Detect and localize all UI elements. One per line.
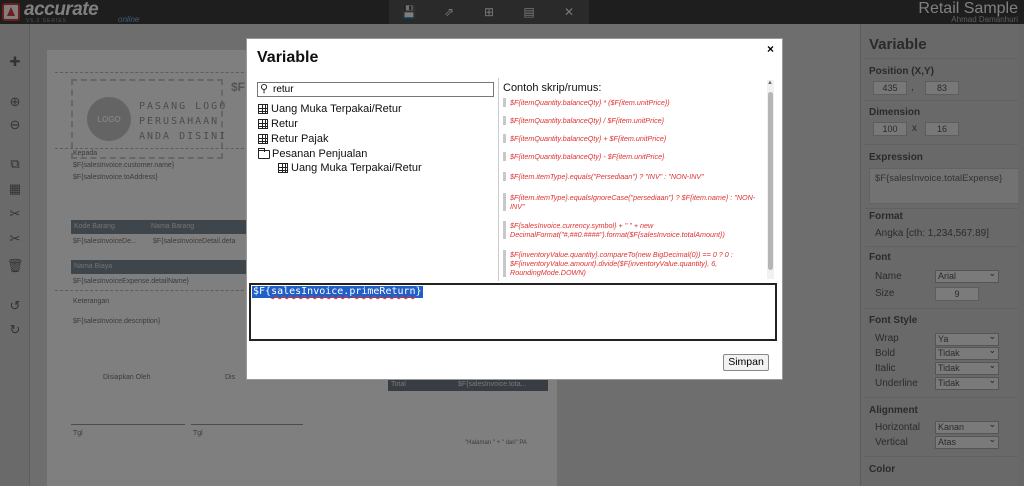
scroll-up-icon[interactable]: ▲ [767, 80, 773, 86]
search-icon: ⚲ [260, 83, 269, 95]
search-input[interactable] [273, 83, 491, 96]
example-item[interactable]: $F{item.itemType}.equalsIgnoreCase("pers… [503, 193, 765, 211]
example-item[interactable]: $F{item.itemType}.equals("Persediaan") ?… [503, 172, 765, 181]
table-icon [258, 134, 268, 144]
variable-dialog: Variable × ⚲ Uang Muka Terpakai/Retur Re… [246, 38, 783, 380]
table-icon [258, 119, 268, 129]
tree-item-label: Retur [271, 118, 298, 130]
tree-item-label: Uang Muka Terpakai/Retur [271, 103, 402, 115]
tree-item[interactable]: Retur [258, 117, 298, 131]
table-icon [258, 104, 268, 114]
tree-item[interactable]: Uang Muka Terpakai/Retur [258, 102, 402, 116]
tree-item[interactable]: Uang Muka Terpakai/Retur [278, 161, 422, 175]
examples-scrollbar[interactable]: ▲ [767, 80, 774, 279]
tree-item-label: Pesanan Penjualan [272, 148, 368, 160]
variable-tree-pane: ⚲ Uang Muka Terpakai/Retur Retur Retur P… [256, 78, 499, 281]
table-icon [278, 163, 288, 173]
editor-selection[interactable]: $F{salesInvoice.primeReturn} [252, 286, 423, 298]
scrollbar-thumb[interactable] [768, 92, 773, 270]
tree-item-label: Uang Muka Terpakai/Retur [291, 162, 422, 174]
example-item[interactable]: $F{itemQuantity.balanceQty} - $F{item.un… [503, 152, 765, 161]
examples-pane: Contoh skrip/rumus: $F{itemQuantity.bala… [501, 78, 777, 281]
editor-prefix: $F{ [253, 286, 272, 297]
tree-item[interactable]: Retur Pajak [258, 132, 328, 146]
example-item[interactable]: $F{itemQuantity.balanceQty} + $F{item.un… [503, 134, 765, 143]
search-box[interactable]: ⚲ [257, 82, 494, 97]
dialog-title: Variable [257, 49, 319, 66]
example-item[interactable]: $F{salesInvoice.currency.symbol} + " " +… [503, 221, 765, 239]
editor-field: salesInvoice.primeReturn [271, 286, 416, 297]
folder-open-icon [258, 147, 270, 159]
tree-item-folder[interactable]: Pesanan Penjualan [258, 147, 367, 161]
example-item[interactable]: $F{itemQuantity.balanceQty} * ($F{item.u… [503, 98, 765, 107]
close-icon[interactable]: × [767, 42, 774, 56]
save-button[interactable]: Simpan [723, 354, 769, 371]
examples-title: Contoh skrip/rumus: [503, 82, 602, 94]
tree-item-label: Retur Pajak [271, 133, 329, 145]
expression-editor[interactable]: $F{salesInvoice.primeReturn} [249, 283, 777, 341]
example-item[interactable]: $F{itemQuantity.balanceQty} / $F{item.un… [503, 116, 765, 125]
example-item[interactable]: $F{inventoryValue.quantity}.compareTo(ne… [503, 250, 765, 277]
editor-suffix: } [415, 286, 422, 297]
